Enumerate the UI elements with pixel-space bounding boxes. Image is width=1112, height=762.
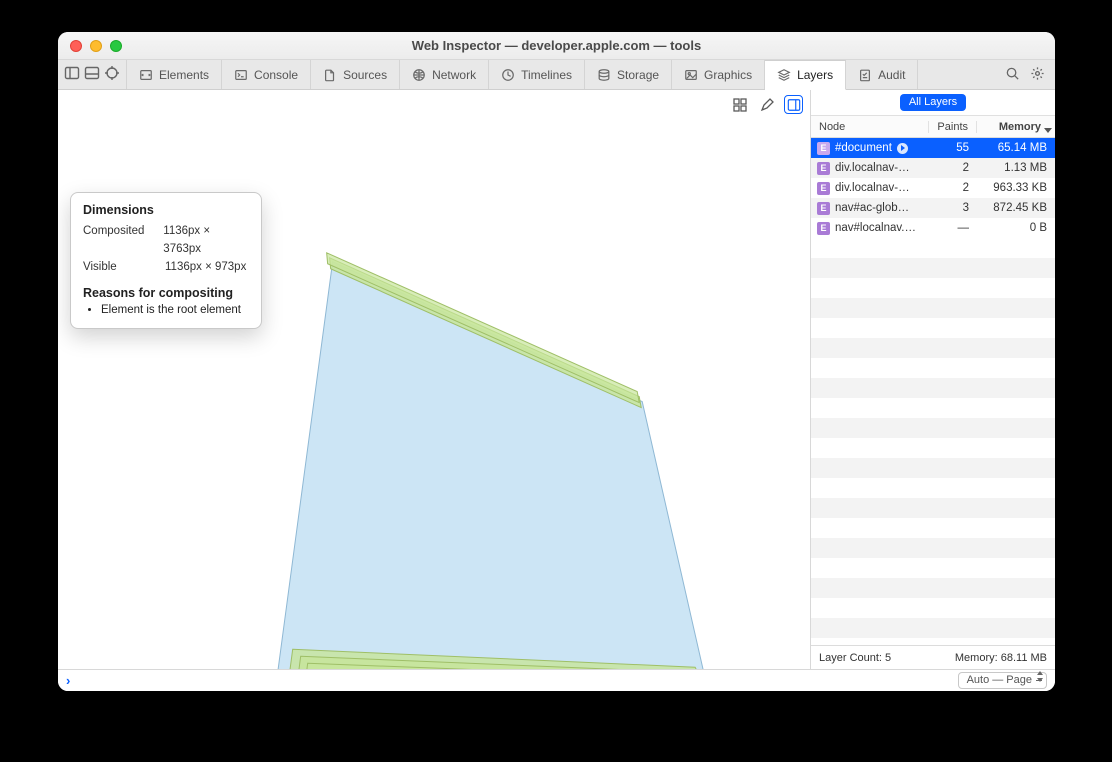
- col-memory[interactable]: Memory: [977, 121, 1055, 133]
- zoom-selector[interactable]: Auto — Page: [958, 672, 1047, 689]
- table-row[interactable]: Ediv.localnav-… 2 1.13 MB: [811, 158, 1055, 178]
- search-icon[interactable]: [1005, 66, 1020, 84]
- tab-timelines[interactable]: Timelines: [489, 60, 585, 89]
- tab-sources[interactable]: Sources: [311, 60, 400, 89]
- tab-label: Sources: [343, 68, 387, 82]
- col-node[interactable]: Node: [811, 121, 929, 133]
- visible-label: Visible: [83, 259, 157, 277]
- console-prompt-icon[interactable]: ›: [66, 673, 70, 688]
- tabbar-right: [995, 60, 1055, 89]
- sort-desc-icon: [1044, 128, 1052, 133]
- sidebar-toggle-icon[interactable]: [785, 96, 802, 113]
- table-header: Node Paints Memory: [811, 116, 1055, 138]
- window-title: Web Inspector — developer.apple.com — to…: [58, 38, 1055, 53]
- summary-bar: Layer Count: 5 Memory: 68.11 MB: [811, 645, 1055, 669]
- table-row[interactable]: Ediv.localnav-… 2 963.33 KB: [811, 178, 1055, 198]
- table-row[interactable]: Enav#ac-glob… 3 872.45 KB: [811, 198, 1055, 218]
- tab-label: Network: [432, 68, 476, 82]
- tab-label: Layers: [797, 68, 833, 82]
- visible-value: 1136px × 973px: [165, 259, 246, 277]
- composited-label: Composited: [83, 223, 155, 259]
- scope-bar: All Layers: [811, 90, 1055, 116]
- table-filler: [811, 238, 1055, 638]
- window-controls: [58, 40, 122, 52]
- main: Dimensions Composited 1136px × 3763px Vi…: [58, 90, 1055, 669]
- reasons-heading: Reasons for compositing: [83, 286, 249, 300]
- tab-audit[interactable]: Audit: [846, 60, 918, 89]
- tabbar: Elements Console Sources Network Timelin…: [58, 60, 1055, 90]
- canvas-tools: [731, 96, 802, 113]
- table-row[interactable]: Enav#localnav.… — 0 B: [811, 218, 1055, 238]
- dimensions-heading: Dimensions: [83, 203, 249, 217]
- maximize-icon[interactable]: [110, 40, 122, 52]
- layers-canvas[interactable]: Dimensions Composited 1136px × 3763px Vi…: [58, 90, 811, 669]
- layers-table[interactable]: E#document 55 65.14 MB Ediv.localnav-… 2…: [811, 138, 1055, 645]
- layer-count: Layer Count: 5: [819, 652, 891, 664]
- element-badge-icon: E: [817, 182, 830, 195]
- element-badge-icon: E: [817, 162, 830, 175]
- target-icon[interactable]: [104, 65, 120, 84]
- tabs: Elements Console Sources Network Timelin…: [127, 60, 995, 89]
- tab-graphics[interactable]: Graphics: [672, 60, 765, 89]
- element-badge-icon: E: [817, 202, 830, 215]
- layer-details-popover: Dimensions Composited 1136px × 3763px Vi…: [70, 192, 262, 329]
- tab-label: Elements: [159, 68, 209, 82]
- element-badge-icon: E: [817, 222, 830, 235]
- tab-layers[interactable]: Layers: [765, 60, 846, 90]
- tab-label: Graphics: [704, 68, 752, 82]
- close-icon[interactable]: [70, 40, 82, 52]
- dock-controls: [58, 60, 127, 89]
- goto-arrow-icon[interactable]: [897, 143, 908, 154]
- tab-elements[interactable]: Elements: [127, 60, 222, 89]
- tab-network[interactable]: Network: [400, 60, 489, 89]
- titlebar: Web Inspector — developer.apple.com — to…: [58, 32, 1055, 60]
- reason-item: Element is the root element: [101, 304, 249, 316]
- footer: › Auto — Page: [58, 669, 1055, 691]
- tab-console[interactable]: Console: [222, 60, 311, 89]
- col-paints[interactable]: Paints: [929, 121, 977, 133]
- gear-icon[interactable]: [1030, 66, 1045, 84]
- tab-storage[interactable]: Storage: [585, 60, 672, 89]
- dock-bottom-icon[interactable]: [84, 65, 100, 84]
- tab-label: Audit: [878, 68, 905, 82]
- scope-all-layers[interactable]: All Layers: [900, 94, 966, 111]
- tab-label: Storage: [617, 68, 659, 82]
- paint-icon[interactable]: [758, 96, 775, 113]
- composited-value: 1136px × 3763px: [163, 223, 249, 259]
- layers-3d-visualization: [58, 90, 810, 669]
- total-memory: Memory: 68.11 MB: [955, 652, 1047, 664]
- minimize-icon[interactable]: [90, 40, 102, 52]
- tab-label: Console: [254, 68, 298, 82]
- layers-sidebar: All Layers Node Paints Memory E#document…: [811, 90, 1055, 669]
- dock-side-icon[interactable]: [64, 65, 80, 84]
- table-row[interactable]: E#document 55 65.14 MB: [811, 138, 1055, 158]
- grid-icon[interactable]: [731, 96, 748, 113]
- element-badge-icon: E: [817, 142, 830, 155]
- inspector-window: Web Inspector — developer.apple.com — to…: [58, 32, 1055, 691]
- tab-label: Timelines: [521, 68, 572, 82]
